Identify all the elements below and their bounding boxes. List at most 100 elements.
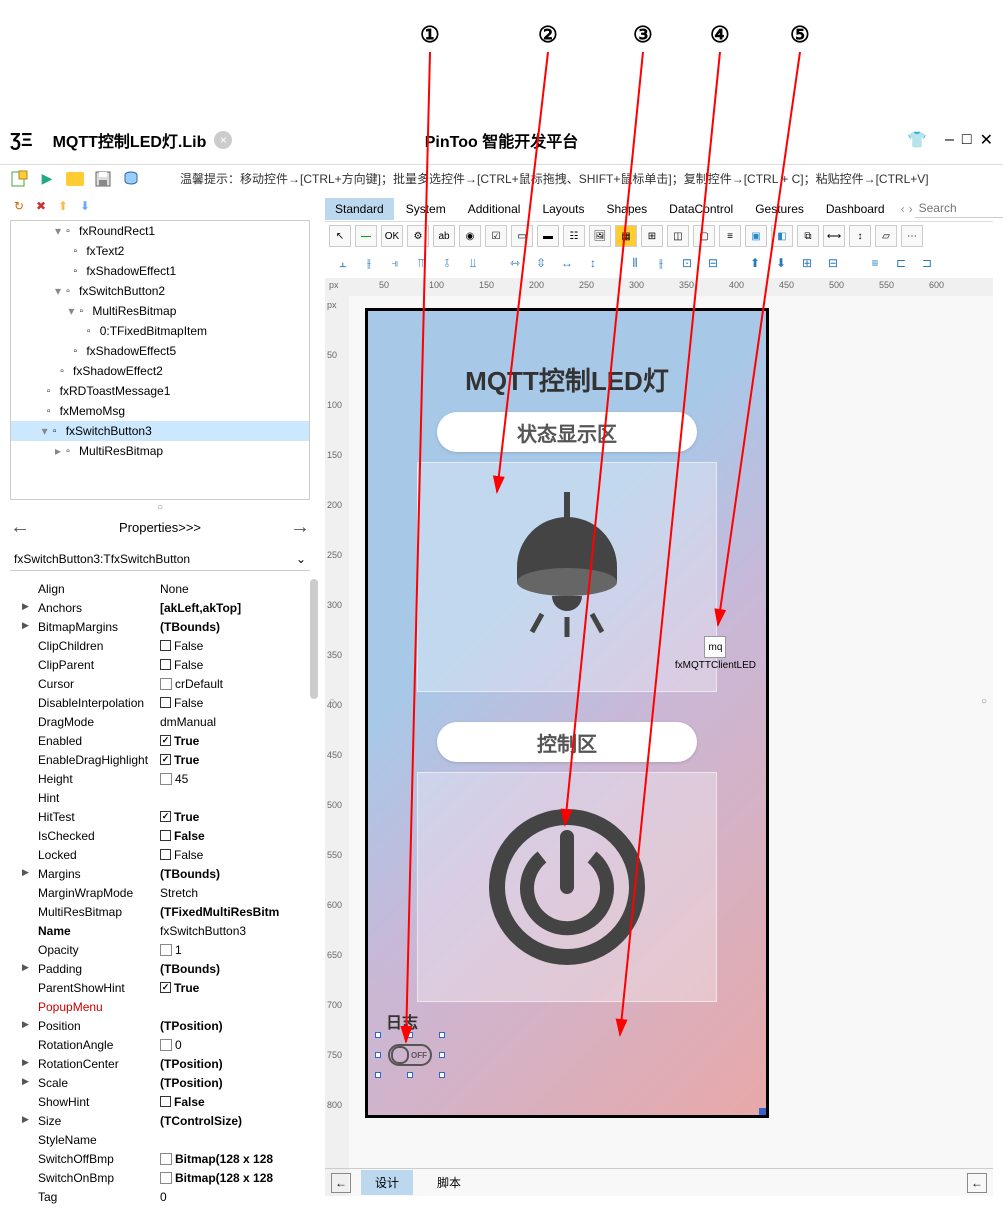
new-icon[interactable] [10, 170, 28, 188]
property-row[interactable]: Anchors[akLeft,akTop] [10, 598, 310, 617]
slide-comp-icon[interactable]: ⟷ [823, 225, 845, 247]
open-icon[interactable] [66, 170, 84, 188]
tab-system[interactable]: System [396, 198, 456, 220]
design-surface[interactable]: MQTT控制LED灯 状态显示区 mq [349, 296, 993, 1196]
property-row[interactable]: Scale(TPosition) [10, 1073, 310, 1092]
align-center-h-icon[interactable]: ⫲ [359, 254, 379, 272]
control-box[interactable] [417, 772, 717, 1002]
group-icon[interactable]: ⊞ [797, 254, 817, 272]
palette-next-icon[interactable]: › [909, 202, 913, 216]
image-comp-icon[interactable]: 🖼 [589, 225, 611, 247]
database-icon[interactable] [122, 170, 140, 188]
tree-item[interactable]: ▸ ▫MultiResBitmap [11, 441, 309, 461]
property-row[interactable]: AlignNone [10, 579, 310, 598]
panel-comp-icon[interactable]: ▭ [511, 225, 533, 247]
frame-resize-handle[interactable] [759, 1108, 766, 1115]
property-row[interactable]: HitTestTrue [10, 807, 310, 826]
property-row[interactable]: ShowHintFalse [10, 1092, 310, 1111]
close-button[interactable]: ✕ [980, 130, 993, 150]
align-top-icon[interactable]: ⫪ [411, 254, 431, 272]
align-left-icon[interactable]: ⫠ [333, 254, 353, 272]
property-row[interactable]: MultiResBitmap(TFixedMultiResBitm [10, 902, 310, 921]
center-v-icon[interactable]: ⊟ [703, 254, 723, 272]
tree-item[interactable]: ▾ ▫fxSwitchButton2 [11, 281, 309, 301]
property-row[interactable]: MarginWrapModeStretch [10, 883, 310, 902]
tree-item[interactable]: ▫fxShadowEffect2 [11, 361, 309, 381]
ruler-handle-left[interactable]: ○ [329, 696, 335, 707]
run-icon[interactable]: ▶ [38, 170, 56, 188]
property-row[interactable]: ClipParentFalse [10, 655, 310, 674]
property-row[interactable]: CursorcrDefault [10, 674, 310, 693]
property-row[interactable]: Hint [10, 788, 310, 807]
tree-item[interactable]: ▫fxRDToastMessage1 [11, 381, 309, 401]
ungroup-icon[interactable]: ⊟ [823, 254, 843, 272]
minimize-button[interactable]: – [945, 131, 954, 149]
tab-gestures[interactable]: Gestures [745, 198, 814, 220]
property-row[interactable]: DisableInterpolationFalse [10, 693, 310, 712]
frame-comp-icon[interactable]: ▢ [693, 225, 715, 247]
tree-item[interactable]: ▾ ▫MultiResBitmap [11, 301, 309, 321]
move-up-icon[interactable]: ⬆ [58, 199, 74, 215]
property-row[interactable]: ParentShowHintTrue [10, 978, 310, 997]
same-height-icon[interactable]: ↕ [583, 254, 603, 272]
property-row[interactable]: RotationCenter(TPosition) [10, 1054, 310, 1073]
property-row[interactable]: Size(TControlSize) [10, 1111, 310, 1130]
tree-item[interactable]: ▫fxShadowEffect5 [11, 341, 309, 361]
send-back-icon[interactable]: ⬇ [771, 254, 791, 272]
property-row[interactable]: ClipChildrenFalse [10, 636, 310, 655]
pointer-icon[interactable]: ↖ [329, 225, 351, 247]
mqtt-client-component[interactable]: mq fxMQTTClientLED [675, 636, 756, 671]
tab-script[interactable]: 脚本 [423, 1170, 475, 1195]
selection-handles[interactable] [378, 1035, 442, 1075]
memo-comp-icon[interactable]: ☷ [563, 225, 585, 247]
property-row[interactable]: SwitchOnBmpBitmap(128 x 128 [10, 1168, 310, 1187]
more-comp-icon[interactable]: ⋯ [901, 225, 923, 247]
stack-comp-icon[interactable]: ◧ [771, 225, 793, 247]
property-row[interactable]: EnabledTrue [10, 731, 310, 750]
align-bottom-icon[interactable]: ⫫ [463, 254, 483, 272]
tab-standard[interactable]: Standard [325, 198, 394, 220]
tab-design[interactable]: 设计 [361, 1170, 413, 1195]
object-selector[interactable]: fxSwitchButton3:TfxSwitchButton ⌄ [10, 547, 310, 571]
property-row[interactable]: Margins(TBounds) [10, 864, 310, 883]
property-row[interactable]: BitmapMargins(TBounds) [10, 617, 310, 636]
tree-item[interactable]: ▾ ▫fxSwitchButton3 [11, 421, 309, 441]
property-row[interactable]: SwitchOffBmpBitmap(128 x 128 [10, 1149, 310, 1168]
tab-shapes[interactable]: Shapes [596, 198, 657, 220]
bottom-prev-button[interactable]: ← [331, 1173, 351, 1193]
close-document-button[interactable]: × [214, 131, 232, 149]
space-h-icon[interactable]: ⫴ [625, 254, 645, 272]
property-row[interactable]: DragModedmManual [10, 712, 310, 731]
property-row[interactable]: Tag0 [10, 1187, 310, 1206]
misc3-icon[interactable]: ⊐ [917, 254, 937, 272]
phone-frame[interactable]: MQTT控制LED灯 状态显示区 mq [365, 308, 769, 1118]
expand-icon[interactable]: ↻ [14, 199, 30, 215]
save-icon[interactable] [94, 170, 112, 188]
tabs-comp-icon[interactable]: ▣ [745, 225, 767, 247]
tree-item[interactable]: ▾ ▫fxRoundRect1 [11, 221, 309, 241]
delete-node-icon[interactable]: ✖ [36, 199, 52, 215]
maximize-button[interactable]: □ [962, 131, 972, 149]
grid-comp-icon[interactable]: ⊞ [641, 225, 663, 247]
dist-v-icon[interactable]: ⇳ [531, 254, 551, 272]
nav-prev-button[interactable]: ← [10, 516, 30, 539]
property-row[interactable]: RotationAngle0 [10, 1035, 310, 1054]
radio-comp-icon[interactable]: ◉ [459, 225, 481, 247]
bottom-next-button[interactable]: ← [967, 1173, 987, 1193]
palette-prev-icon[interactable]: ‹ [901, 202, 905, 216]
tab-datacontrol[interactable]: DataControl [659, 198, 743, 220]
gear-comp-icon[interactable]: ⚙ [407, 225, 429, 247]
center-h-icon[interactable]: ⊡ [677, 254, 697, 272]
misc2-icon[interactable]: ⊏ [891, 254, 911, 272]
same-width-icon[interactable]: ↔ [557, 254, 577, 272]
property-row[interactable]: Opacity1 [10, 940, 310, 959]
property-row[interactable]: Padding(TBounds) [10, 959, 310, 978]
align-middle-icon[interactable]: ⫱ [437, 254, 457, 272]
align-right-icon[interactable]: ⫣ [385, 254, 405, 272]
property-row[interactable]: IsCheckedFalse [10, 826, 310, 845]
edit-comp-icon[interactable]: ab [433, 225, 455, 247]
misc1-icon[interactable]: ≡ [865, 254, 885, 272]
toolbar-comp-icon[interactable]: ▦ [615, 225, 637, 247]
theme-icon[interactable]: 👕 [907, 130, 927, 150]
tree-item[interactable]: ▫fxShadowEffect1 [11, 261, 309, 281]
